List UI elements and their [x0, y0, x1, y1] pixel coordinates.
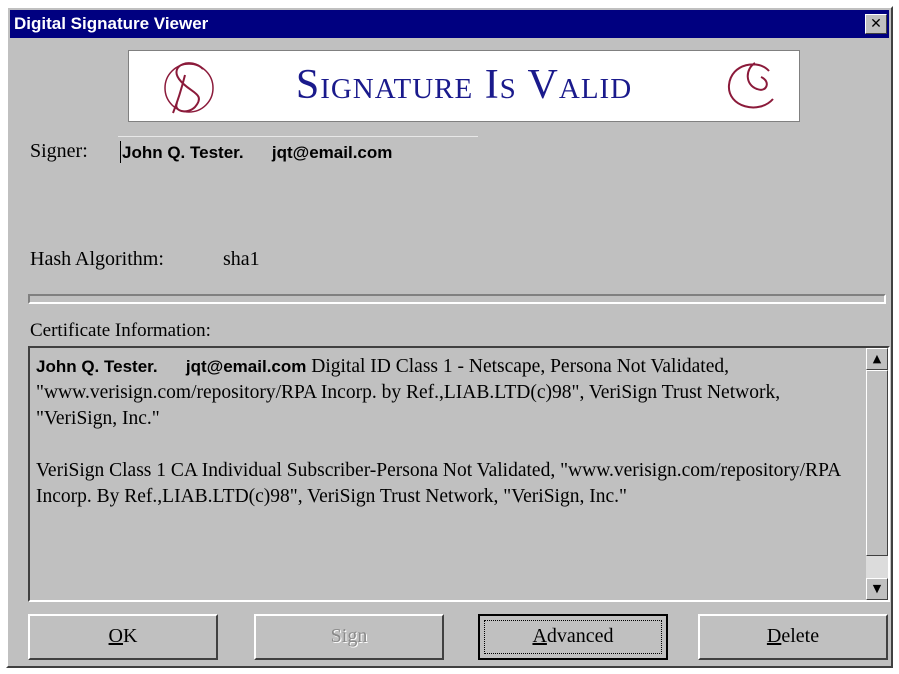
scroll-thumb[interactable]	[866, 370, 888, 556]
certificate-info-box[interactable]: John Q. Tester. jqt@email.com Digital ID…	[28, 346, 890, 602]
certificate-issuer: VeriSign Class 1 CA Individual Subscribe…	[36, 460, 841, 507]
validity-banner-text: Signature Is Valid	[295, 62, 633, 108]
certificate-info-label: Certificate Information:	[30, 320, 211, 341]
title-bar[interactable]: Digital Signature Viewer ✕	[10, 10, 889, 38]
advanced-button[interactable]: Advanced	[478, 614, 668, 660]
signer-label: Signer:	[30, 140, 88, 162]
delete-mnemonic: D	[766, 625, 782, 647]
certificate-info-text: John Q. Tester. jqt@email.com Digital ID…	[36, 354, 856, 536]
ok-button[interactable]: OK	[28, 614, 218, 660]
signer-field[interactable]: John Q. Tester. jqt@email.com	[118, 136, 478, 168]
signature-viewer-window: Digital Signature Viewer ✕ Signature Is …	[6, 6, 893, 668]
hash-algorithm-label: Hash Algorithm:	[30, 248, 164, 270]
signer-value: John Q. Tester. jqt@email.com	[122, 143, 393, 162]
vertical-scrollbar[interactable]: ▲ ▼	[866, 348, 888, 600]
certificate-paragraph: John Q. Tester. jqt@email.com Digital ID…	[36, 354, 856, 432]
scroll-up-icon[interactable]: ▲	[866, 348, 888, 370]
hash-algorithm-value: sha1	[223, 248, 260, 270]
close-icon[interactable]: ✕	[865, 14, 887, 34]
window-title: Digital Signature Viewer	[14, 14, 209, 33]
certificate-subject: John Q. Tester. jqt@email.com	[36, 357, 307, 376]
focus-rectangle	[484, 620, 662, 654]
separator	[28, 294, 886, 304]
scroll-down-icon[interactable]: ▼	[866, 578, 888, 600]
delete-label: elete	[781, 625, 820, 647]
ok-mnemonic: O	[108, 625, 123, 647]
sign-label: Sign	[330, 625, 368, 647]
sign-button[interactable]: Sign	[254, 614, 444, 660]
delete-button[interactable]: Delete	[698, 614, 888, 660]
text-caret	[120, 141, 121, 163]
ornate-c-icon	[727, 62, 774, 109]
validity-banner: Signature Is Valid	[128, 50, 800, 122]
ok-label: K	[123, 625, 138, 647]
